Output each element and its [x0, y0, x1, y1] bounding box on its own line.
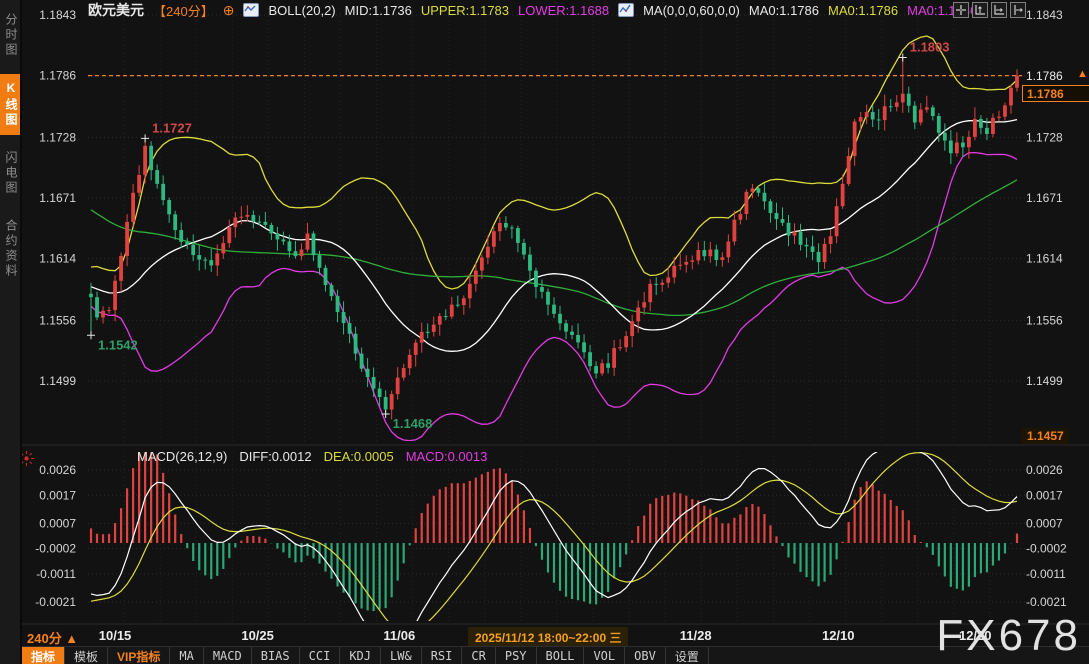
svg-text:1.1556: 1.1556 — [1026, 313, 1063, 327]
toolbar-tab-OBV[interactable]: OBV — [625, 647, 666, 664]
svg-text:1.1542: 1.1542 — [98, 337, 138, 352]
svg-text:-0.0021: -0.0021 — [35, 595, 76, 609]
boll-params: BOLL(20,2) — [268, 3, 335, 18]
trading-terminal: 分时图 K线图 闪电图 合约资料 1.1843 1.1843 1.1786 1.172… — [0, 0, 1089, 664]
toolbar-tab-BIAS[interactable]: BIAS — [252, 647, 300, 664]
svg-text:0.0007: 0.0007 — [39, 516, 76, 530]
range-low-label: 1.1457 — [1022, 428, 1069, 444]
x-axis-label: 12/20 — [959, 628, 992, 643]
chart-tool-buttons — [953, 2, 1026, 18]
toolbar-tab-KDJ[interactable]: KDJ — [340, 647, 381, 664]
indicator-toolbar: 指标模板VIP指标MAMACDBIASCCIKDJLW&RSICRPSYBOLL… — [22, 646, 1089, 664]
sidebar-tab-contract-info[interactable]: 合约资料 — [0, 212, 20, 286]
macd-params: MACD(26,12,9) — [137, 449, 227, 464]
chart-type-sidebar: 分时图 K线图 闪电图 合约资料 — [0, 0, 22, 664]
ma-indicator-icon[interactable] — [618, 3, 634, 17]
x-axis-label: 10/25 — [241, 628, 274, 643]
svg-text:1.1499: 1.1499 — [1026, 374, 1063, 388]
svg-text:1.1671: 1.1671 — [1026, 191, 1063, 205]
boll-mid-value: MID:1.1736 — [345, 3, 412, 18]
svg-text:1.1727: 1.1727 — [152, 120, 192, 135]
toolbar-tab-RSI[interactable]: RSI — [422, 647, 463, 664]
svg-text:1.1614: 1.1614 — [39, 252, 76, 266]
toolbar-tab-设置[interactable]: 设置 — [666, 647, 709, 664]
svg-text:1.1728: 1.1728 — [39, 130, 76, 144]
indicator-header: 欧元美元 【240分】 ⊕ BOLL(20,2) MID:1.1736 UPPE… — [88, 2, 977, 18]
svg-text:-0.0021: -0.0021 — [1026, 595, 1067, 609]
sidebar-tab-kline-chart[interactable]: K线图 — [0, 74, 20, 135]
ma-value-1: MA0:1.1786 — [749, 3, 819, 18]
macd-diff-value: DIFF:0.0012 — [239, 449, 311, 464]
add-overlay-icon[interactable]: ⊕ — [223, 2, 235, 19]
toolbar-tab-PSY[interactable]: PSY — [496, 647, 537, 664]
x-axis-label: 12/10 — [822, 628, 855, 643]
x-axis-label: 10/15 — [99, 628, 132, 643]
svg-text:1.1671: 1.1671 — [39, 191, 76, 205]
toolbar-tab-CR[interactable]: CR — [462, 647, 495, 664]
crosshair-date-label: 2025/11/12 18:00~22:00 三 — [468, 627, 628, 648]
axis-scale-up-icon[interactable] — [972, 2, 988, 18]
svg-text:1.1786: 1.1786 — [39, 69, 76, 83]
x-axis-label: 11/28 — [680, 628, 712, 643]
svg-text:0.0026: 0.0026 — [1026, 463, 1063, 477]
toolbar-tab-指标[interactable]: 指标 — [22, 647, 65, 664]
toolbar-tab-MACD[interactable]: MACD — [204, 647, 252, 664]
svg-text:0.0017: 0.0017 — [1026, 488, 1063, 502]
svg-text:-0.0011: -0.0011 — [1026, 567, 1066, 581]
toolbar-tab-LW&[interactable]: LW& — [381, 647, 422, 664]
toolbar-tab-VOL[interactable]: VOL — [584, 647, 625, 664]
svg-text:-0.0011: -0.0011 — [36, 567, 76, 581]
boll-lower-value: LOWER:1.1688 — [518, 3, 609, 18]
macd-dea-value: DEA:0.0005 — [324, 449, 394, 464]
last-price-tick: 1.1786 — [1026, 69, 1063, 83]
macd-header: MACD(26,12,9) DIFF:0.0012 DEA:0.0005 MAC… — [137, 449, 487, 464]
period-badge[interactable]: 【240分】 — [153, 1, 214, 20]
svg-text:1.1556: 1.1556 — [39, 313, 76, 327]
ma-value-2: MA0:1.1786 — [828, 3, 898, 18]
candlestick-chart[interactable]: 1.1843 1.1843 1.1786 1.1728 1.1728 1.1671 1.16… — [0, 0, 1089, 664]
svg-text:0.0017: 0.0017 — [39, 488, 76, 502]
toolbar-tab-MA[interactable]: MA — [170, 647, 203, 664]
boll-upper-value: UPPER:1.1783 — [421, 3, 509, 18]
svg-text:-0.0002: -0.0002 — [35, 542, 76, 556]
axis-scale-right-icon[interactable] — [991, 2, 1007, 18]
svg-text:1.1499: 1.1499 — [39, 374, 76, 388]
pan-right-icon[interactable] — [1010, 2, 1026, 18]
toolbar-tab-CCI[interactable]: CCI — [300, 647, 341, 664]
svg-text:1.1614: 1.1614 — [1026, 252, 1063, 266]
x-axis-label: 11/06 — [383, 628, 415, 643]
boll-indicator-icon[interactable] — [243, 3, 259, 17]
toolbar-tab-VIP指标[interactable]: VIP指标 — [108, 647, 170, 664]
svg-text:1.1803: 1.1803 — [910, 40, 950, 55]
svg-text:-0.0002: -0.0002 — [1026, 542, 1067, 556]
macd-value: MACD:0.0013 — [406, 449, 488, 464]
current-price-box: 1.1786 — [1022, 85, 1089, 102]
svg-text:1.1843: 1.1843 — [1026, 8, 1063, 22]
symbol-title: 欧元美元 — [88, 0, 144, 20]
svg-text:0.0007: 0.0007 — [1026, 516, 1063, 530]
svg-text:1.1728: 1.1728 — [1026, 130, 1063, 144]
toolbar-tab-模板[interactable]: 模板 — [65, 647, 108, 664]
svg-text:1.1843: 1.1843 — [39, 8, 76, 22]
ma-params: MA(0,0,0,60,0,0) — [643, 3, 740, 18]
sidebar-tab-time-chart[interactable]: 分时图 — [0, 6, 20, 65]
toolbar-tab-BOLL[interactable]: BOLL — [537, 647, 585, 664]
crosshair-icon[interactable] — [953, 2, 969, 18]
svg-text:1.1468: 1.1468 — [393, 416, 433, 431]
sidebar-tab-flash-chart[interactable]: 闪电图 — [0, 144, 20, 203]
price-up-arrow-icon: ▲ — [1077, 68, 1088, 80]
timeframe-selector[interactable]: 240分 ▲ — [27, 628, 78, 647]
svg-text:0.0026: 0.0026 — [39, 463, 76, 477]
